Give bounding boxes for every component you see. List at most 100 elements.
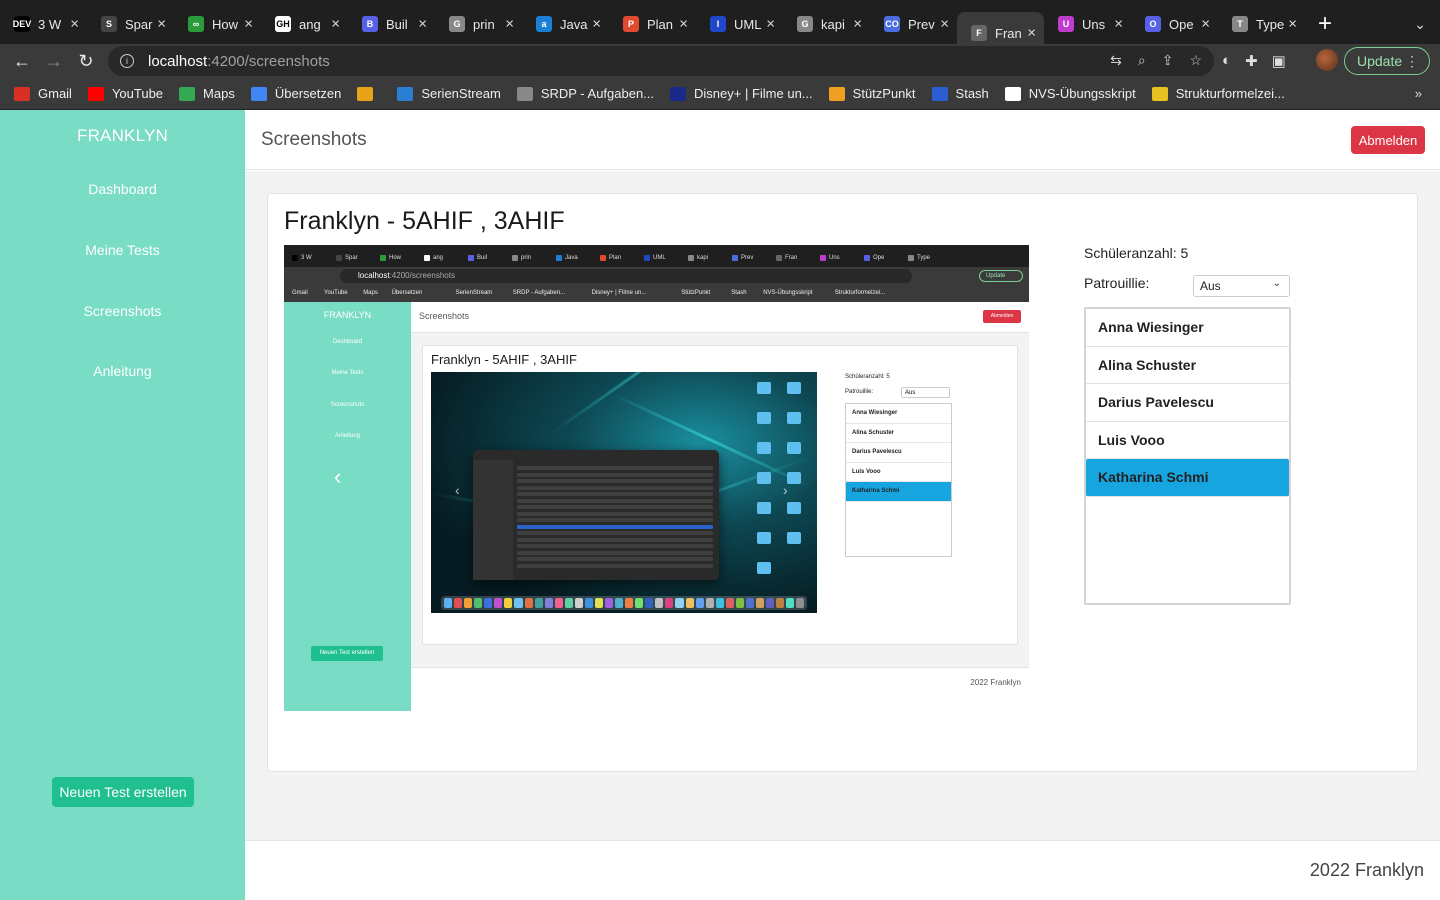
nav-screenshots[interactable]: Screenshots [0, 303, 245, 319]
zoom-icon[interactable]: ⌕ [1138, 52, 1146, 69]
logout-button[interactable]: Abmelden [1351, 126, 1425, 154]
tab-close-icon[interactable]: × [1201, 16, 1210, 33]
screenshot-tab: Fran [776, 251, 816, 264]
extension-icon[interactable]: ◐ [1222, 52, 1231, 70]
desktop-folder-icon [787, 442, 801, 454]
browser-tab[interactable]: B Buil × [348, 6, 435, 42]
bookmark-item[interactable]: Disney+ | Filme un... [670, 86, 813, 101]
bookmark-star-icon[interactable]: ☆ [1189, 52, 1202, 69]
dock-app-icon [494, 598, 503, 608]
student-screenshot[interactable]: 3 W Spar How ang Buil prin Java Plan UML kapi Prev… [284, 245, 1029, 711]
browser-tab[interactable]: GH ang × [261, 6, 348, 42]
tab-close-icon[interactable]: × [418, 16, 427, 33]
profile-avatar[interactable] [1316, 49, 1338, 71]
tab-close-icon[interactable]: × [679, 16, 688, 33]
finder-row [517, 557, 713, 561]
tab-close-icon[interactable]: × [244, 16, 253, 33]
browser-tab[interactable]: O Ope × [1131, 6, 1218, 42]
bookmark-item[interactable]: StützPunkt [828, 86, 916, 101]
bookmark-item[interactable]: Gmail [14, 86, 72, 101]
finder-row [517, 550, 713, 555]
side-panel-icon[interactable]: ▣ [1272, 52, 1286, 70]
tab-search-chevron-icon[interactable]: ⌄ [1414, 16, 1426, 33]
menu-dots-icon[interactable]: ⋮ [1405, 53, 1419, 70]
bookmark-item[interactable] [357, 86, 381, 101]
browser-tab[interactable]: P Plan × [609, 6, 696, 42]
browser-tab[interactable]: S Spar × [87, 6, 174, 42]
browser-tab[interactable]: DEV 3 W × [0, 6, 87, 42]
tab-favicon-icon: U [1058, 16, 1074, 32]
dock-app-icon [524, 598, 533, 608]
bookmark-item[interactable]: NVS-Übungsskript [1004, 86, 1136, 101]
browser-tab[interactable]: CO Prev × [870, 6, 957, 42]
browser-tab[interactable]: Gprin × [435, 6, 522, 42]
browser-tab[interactable]: ∞ How × [174, 6, 261, 42]
student-list-item[interactable]: Katharina Schmi [1086, 459, 1289, 497]
tab-close-icon[interactable]: × [157, 16, 166, 33]
tab-close-icon[interactable]: × [1027, 25, 1036, 42]
tab-close-icon[interactable]: × [505, 16, 514, 33]
tab-close-icon[interactable]: × [70, 16, 79, 33]
bookmark-item[interactable]: Übersetzen [250, 86, 341, 101]
browser-tab[interactable]: Gkapi × [783, 6, 870, 42]
finder-row [517, 485, 713, 490]
bookmark-label: Disney+ | Filme un... [694, 86, 813, 101]
dock-app-icon [584, 598, 593, 608]
tab-close-icon[interactable]: × [331, 16, 340, 33]
back-button[interactable]: ← [6, 51, 38, 72]
url-text[interactable]: localhost:4200/screenshots [148, 53, 330, 70]
browser-tab[interactable]: a Java × [522, 6, 609, 42]
tab-close-icon[interactable]: × [940, 16, 949, 33]
reload-button[interactable]: ↻ [70, 51, 102, 72]
address-bar[interactable]: i localhost:4200/screenshots ⇆ ⌕ ⇪ ☆ [108, 46, 1214, 76]
screenshot-patrol-label: Patrouillie: [845, 389, 874, 395]
bookmark-item[interactable]: YouTube [87, 86, 164, 101]
share-icon[interactable]: ⇪ [1162, 52, 1174, 69]
update-button[interactable]: Update ⋮ [1344, 47, 1430, 75]
bookmark-label: YouTube [111, 86, 164, 101]
bookmark-item[interactable]: Stash [931, 86, 989, 101]
student-list-item[interactable]: Alina Schuster [1086, 347, 1289, 384]
dock-app-icon [776, 598, 785, 608]
chevron-left-icon: ‹ [455, 482, 460, 498]
tab-close-icon[interactable]: × [1288, 16, 1297, 33]
patrol-select[interactable]: Aus ⌄ [1193, 275, 1290, 297]
bookmark-label: NVS-Übungsskript [1028, 86, 1136, 101]
forward-button[interactable]: → [38, 51, 70, 72]
tab-title: ang [299, 16, 321, 32]
bookmark-item[interactable]: Strukturformelzei... [1151, 86, 1285, 101]
puzzle-icon[interactable]: ✚ [1245, 52, 1258, 70]
site-info-icon[interactable]: i [120, 54, 134, 68]
desktop-folder-icon [757, 502, 771, 514]
screenshot-tab-favicon-icon [512, 254, 518, 261]
bookmark-item[interactable]: Maps [179, 86, 235, 101]
tab-title: Spar [125, 16, 153, 32]
new-tab-button[interactable]: + [1305, 12, 1345, 36]
nav-dashboard[interactable]: Dashboard [0, 181, 245, 197]
dock-app-icon [605, 598, 614, 608]
tab-close-icon[interactable]: × [592, 16, 601, 33]
bookmark-favicon-icon [1151, 86, 1168, 101]
tab-close-icon[interactable]: × [853, 16, 862, 33]
brand-logo[interactable]: FRANKLYN [0, 126, 245, 146]
new-test-button[interactable]: Neuen Test erstellen [52, 777, 194, 807]
nav-meine-tests[interactable]: Meine Tests [0, 242, 245, 258]
nav-anleitung[interactable]: Anleitung [0, 363, 245, 379]
browser-tab-strip: DEV 3 W × S Spar × ∞ How × GH ang × B Buil × Gprin × a Jav… [0, 0, 1440, 54]
browser-tab[interactable]: T Type × [1218, 6, 1305, 42]
screenshot-tab-title: Plan [609, 254, 622, 261]
student-list-item[interactable]: Luis Vooo [1086, 422, 1289, 459]
student-list-item[interactable]: Anna Wiesinger [1086, 309, 1289, 347]
browser-tab[interactable]: U Uns × [1044, 6, 1131, 42]
tab-close-icon[interactable]: × [1114, 16, 1123, 33]
bookmarks-overflow-button[interactable]: » [1415, 86, 1422, 101]
dock-app-icon [745, 598, 754, 608]
tab-close-icon[interactable]: × [766, 16, 775, 33]
screenshot-tab-favicon-icon [336, 254, 342, 261]
screenshot-bookmark: YouTube [324, 290, 348, 296]
student-list-item[interactable]: Darius Pavelescu [1086, 384, 1289, 422]
browser-tab[interactable]: I UML × [696, 6, 783, 42]
bookmark-item[interactable]: SRDP - Aufgaben... [516, 86, 654, 101]
translate-icon[interactable]: ⇆ [1110, 52, 1122, 69]
bookmark-item[interactable]: SerienStream [397, 86, 501, 101]
